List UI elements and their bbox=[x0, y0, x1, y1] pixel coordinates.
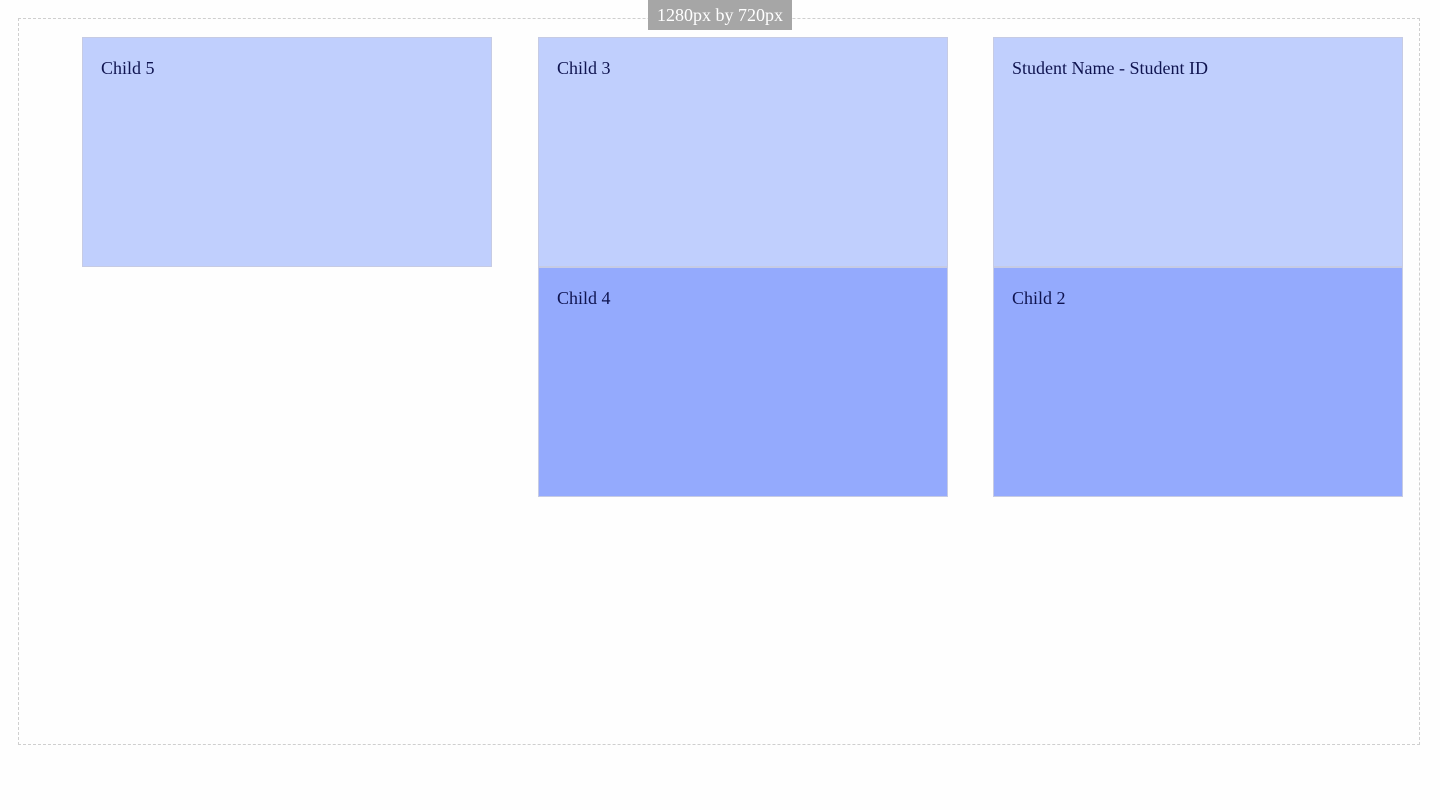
student-info-label: Student Name - Student ID bbox=[1012, 58, 1208, 78]
child-3-box: Child 3 bbox=[538, 37, 948, 267]
child-4-box: Child 4 bbox=[538, 267, 948, 497]
viewport-size-label: 1280px by 720px bbox=[648, 0, 792, 30]
child-5-box: Child 5 bbox=[82, 37, 492, 267]
child-2-box: Child 2 bbox=[993, 267, 1403, 497]
child-4-label: Child 4 bbox=[557, 288, 611, 308]
child-5-label: Child 5 bbox=[101, 58, 155, 78]
child-3-label: Child 3 bbox=[557, 58, 611, 78]
student-info-box: Student Name - Student ID bbox=[993, 37, 1403, 267]
child-2-label: Child 2 bbox=[1012, 288, 1066, 308]
